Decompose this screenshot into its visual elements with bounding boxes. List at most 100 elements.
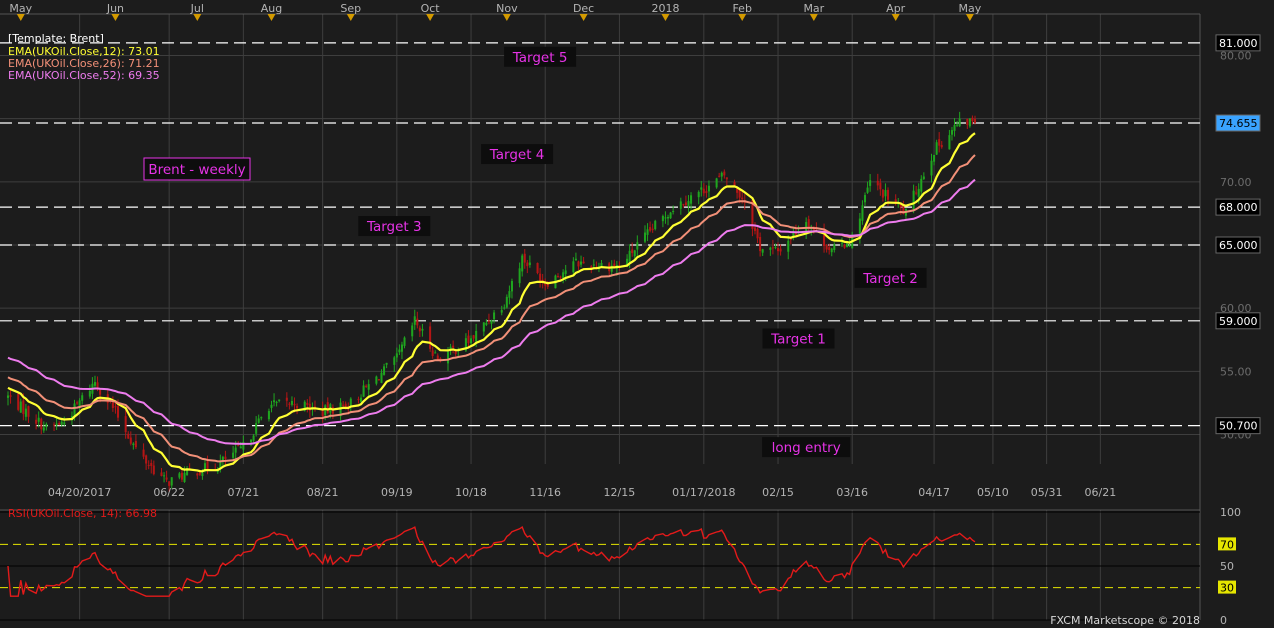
price-level-label: 68.000 <box>1219 201 1258 214</box>
candle-body <box>111 402 114 409</box>
annotation-text: Target 5 <box>512 50 568 66</box>
candle-body <box>252 435 255 441</box>
candle-body <box>93 382 97 386</box>
candle-body <box>971 117 974 122</box>
candle-body <box>577 261 580 267</box>
candle-body <box>661 215 664 222</box>
candle-body <box>362 385 365 397</box>
candle-body <box>22 400 25 415</box>
candle-body <box>285 397 288 401</box>
candle-body <box>357 398 360 400</box>
annotation-text: Target 3 <box>366 219 422 235</box>
candle-body <box>720 172 723 177</box>
candle-body <box>147 464 150 466</box>
candle-body <box>418 327 421 332</box>
month-label: Mar <box>803 2 824 15</box>
candle-body <box>536 262 539 274</box>
candle-body <box>40 418 43 430</box>
candle-body <box>485 322 488 325</box>
candle-body <box>380 372 383 383</box>
candle-body <box>132 443 135 446</box>
candle-body <box>833 244 836 250</box>
price-level-label: 81.000 <box>1219 37 1258 50</box>
candle-body <box>956 124 959 126</box>
candle-body <box>787 240 790 252</box>
candle-body <box>702 188 705 194</box>
candle-body <box>930 160 933 176</box>
candle-body <box>267 411 270 420</box>
candle-body <box>293 404 296 406</box>
candle-body <box>452 345 455 348</box>
candle-body <box>789 238 792 240</box>
candle-body <box>830 248 833 253</box>
candle-body <box>53 424 56 426</box>
candle-body <box>915 192 918 194</box>
candle-body <box>807 219 810 228</box>
candle <box>669 211 672 219</box>
month-label: Nov <box>496 2 518 15</box>
candle-body <box>160 472 163 476</box>
candle-body <box>973 118 977 123</box>
candle-body <box>416 318 419 326</box>
candle-body <box>938 139 941 146</box>
candle-body <box>395 353 398 358</box>
candle-body <box>968 118 971 127</box>
candle-body <box>643 232 647 242</box>
x-tick-label: 09/19 <box>381 486 413 499</box>
legend-ema52: EMA(UKOil.Close,52): 69.35 <box>8 69 160 82</box>
candle-body <box>472 335 475 339</box>
candle-body <box>556 276 560 278</box>
candle-body <box>377 379 380 381</box>
candle-body <box>687 201 690 206</box>
candle-body <box>876 180 879 186</box>
candle-body <box>152 465 155 475</box>
candle-body <box>170 477 173 486</box>
candle-body <box>886 189 890 200</box>
candle-body <box>275 401 278 403</box>
candle-body <box>9 395 12 397</box>
chart-root: 1007050300 50.0055.0060.0065.0070.0075.0… <box>0 0 1274 628</box>
x-tick-label: 06/22 <box>153 486 185 499</box>
candle-body <box>60 421 63 425</box>
candle-body <box>917 188 920 197</box>
candle-body <box>288 403 291 405</box>
candle-body <box>255 423 258 434</box>
candle-body <box>580 261 583 265</box>
candle-body <box>45 423 48 428</box>
candle-body <box>574 258 577 261</box>
candle-body <box>116 406 120 418</box>
candle-body <box>933 154 936 162</box>
month-label: Apr <box>886 2 906 15</box>
price-level-label: 50.700 <box>1219 420 1258 433</box>
month-label: Aug <box>261 2 282 15</box>
rsi-title: RSI(UKOil.Close, 14): 66.98 <box>8 507 157 520</box>
candle-body <box>654 220 657 230</box>
month-label: 2018 <box>651 2 679 15</box>
candle-body <box>761 249 764 253</box>
candle-body <box>383 366 386 375</box>
candle-body <box>508 291 511 298</box>
rsi-level-label: 30 <box>1220 582 1234 595</box>
candle-body <box>950 130 953 135</box>
candle-body <box>672 210 675 212</box>
candle-body <box>367 384 370 390</box>
candle-body <box>628 250 631 262</box>
candle-body <box>142 449 145 457</box>
candle-body <box>239 446 242 449</box>
candle-body <box>163 475 166 477</box>
candle-body <box>649 227 652 231</box>
y-tick-label: 70.00 <box>1220 176 1252 189</box>
candle-body <box>546 284 549 287</box>
candle-body <box>296 405 299 409</box>
candle-body <box>306 402 309 405</box>
candle-body <box>237 445 240 447</box>
candle-body <box>165 477 168 480</box>
candle-body <box>646 229 649 235</box>
candle-body <box>6 395 10 398</box>
candle-body <box>682 204 685 206</box>
rsi-level-label: 50 <box>1220 560 1234 573</box>
rsi-level-label: 0 <box>1220 614 1227 627</box>
candle-body <box>848 245 851 247</box>
candle-body <box>17 393 20 410</box>
candle-body <box>96 382 99 389</box>
